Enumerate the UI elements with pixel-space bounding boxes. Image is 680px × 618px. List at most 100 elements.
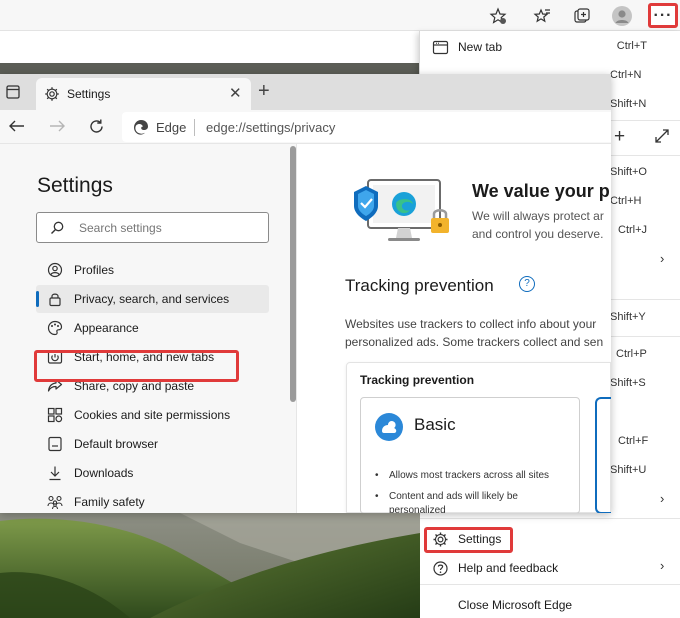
search-settings-input[interactable]: Search settings	[36, 212, 269, 243]
privacy-illustration-icon	[344, 174, 456, 249]
search-icon	[51, 221, 64, 234]
chevron-right-icon: ›	[660, 558, 665, 573]
background-content-strip	[0, 31, 420, 63]
menu-shortcut: Ctrl+F	[618, 435, 649, 447]
menu-item-shortcut: Ctrl+T	[616, 40, 647, 52]
sidebar-item-label: Appearance	[74, 321, 139, 335]
privacy-highlight-box	[34, 350, 239, 382]
address-separator	[194, 119, 195, 136]
menu-shortcut: Ctrl+H	[610, 195, 642, 207]
settings-main-content: We value your p We will always protect a…	[298, 144, 611, 513]
settings-highlight-box	[424, 527, 513, 553]
menu-item-label: Close Microsoft Edge	[458, 598, 573, 612]
menu-shortcut: Shift+U	[610, 464, 647, 476]
menu-separator	[420, 518, 680, 519]
collections-icon[interactable]	[570, 4, 594, 28]
menu-shortcut: Shift+O	[610, 166, 647, 178]
help-icon[interactable]: ?	[519, 276, 535, 292]
settings-and-more-button[interactable]: ···	[648, 3, 678, 28]
menu-separator	[611, 299, 680, 300]
settings-window: Settings ✕ + Edge edge://settings/privac…	[0, 74, 611, 513]
description-line: Websites use trackers to collect info ab…	[345, 317, 597, 331]
profile-avatar-icon[interactable]	[610, 4, 634, 28]
background-toolbar: ···	[0, 0, 680, 31]
lock-icon	[49, 293, 61, 307]
palette-icon	[47, 320, 63, 336]
tab-bar: Settings ✕ +	[0, 74, 611, 110]
menu-item-label: Help and feedback	[458, 561, 559, 575]
background-photo-strip	[0, 63, 420, 74]
menu-separator	[611, 155, 680, 156]
menu-separator	[420, 584, 680, 585]
sidebar-item-label: Privacy, search, and services	[74, 292, 230, 306]
zoom-in-icon[interactable]: +	[614, 126, 625, 148]
forward-icon[interactable]	[48, 118, 66, 139]
menu-shortcut: Shift+N	[610, 98, 647, 110]
sidebar-item-appearance[interactable]: Appearance	[36, 314, 269, 342]
family-icon	[47, 495, 63, 510]
menu-shortcut: Ctrl+P	[616, 348, 647, 360]
tracking-prevention-description: Websites use trackers to collect info ab…	[345, 315, 603, 351]
sidebar-item-label: Family safety	[74, 495, 145, 509]
chevron-right-icon: ›	[660, 491, 665, 506]
back-icon[interactable]	[8, 118, 26, 139]
tracking-prevention-card: Tracking prevention Basic • Allows most t…	[346, 362, 611, 513]
privacy-hero-text: We will always protect ar and control yo…	[472, 207, 611, 243]
new-tab-icon	[432, 40, 449, 55]
menu-shortcut: Shift+Y	[610, 311, 646, 323]
new-tab-button[interactable]: +	[258, 80, 270, 103]
menu-shortcut: Ctrl+J	[618, 224, 648, 236]
sidebar-item-privacy[interactable]: Privacy, search, and services	[36, 285, 269, 313]
favorites-icon[interactable]	[530, 4, 554, 28]
sidebar-item-default-browser[interactable]: Default browser	[36, 430, 269, 458]
basic-option-card[interactable]: Basic • Allows most trackers across all s…	[360, 397, 580, 513]
basic-shield-icon	[375, 413, 403, 441]
browser-icon	[48, 436, 62, 452]
sidebar-item-family-safety[interactable]: Family safety	[36, 488, 269, 513]
download-icon	[49, 466, 61, 481]
menu-separator	[611, 120, 680, 121]
sidebar-scrollbar[interactable]	[290, 146, 296, 402]
privacy-hero-title: We value your p	[472, 181, 610, 201]
sidebar-item-profiles[interactable]: Profiles	[36, 256, 269, 284]
tracking-prevention-heading: Tracking prevention	[345, 276, 494, 295]
menu-item-close-edge[interactable]: Close Microsoft Edge	[420, 591, 680, 618]
address-brand: Edge	[156, 120, 187, 135]
sidebar-item-label: Default browser	[74, 437, 159, 451]
address-url[interactable]: edge://settings/privacy	[206, 120, 335, 135]
balanced-option-card[interactable]	[595, 397, 611, 513]
menu-item-label: New tab	[458, 40, 503, 54]
refresh-icon[interactable]	[88, 118, 105, 140]
menu-shortcut: Ctrl+N	[610, 69, 642, 81]
navigation-bar: Edge edge://settings/privacy	[0, 110, 611, 144]
menu-item-help-and-feedback[interactable]: Help and feedback	[420, 554, 680, 583]
edge-logo-icon	[134, 120, 148, 135]
sidebar-item-downloads[interactable]: Downloads	[36, 459, 269, 487]
search-placeholder: Search settings	[79, 221, 162, 235]
settings-sidebar: Settings Search settings Profiles Privac…	[0, 144, 297, 513]
close-tab-icon[interactable]: ✕	[229, 84, 242, 102]
menu-item-new-tab[interactable]: New tab Ctrl+T	[420, 33, 680, 62]
background-landscape-photo	[0, 513, 420, 618]
sidebar-item-label: Downloads	[74, 466, 134, 480]
tab-actions-icon[interactable]	[6, 85, 20, 104]
basic-title: Basic	[414, 415, 456, 434]
hero-line: We will always protect ar	[472, 209, 604, 223]
sidebar-title: Settings	[37, 174, 113, 197]
sidebar-item-cookies-site-permissions[interactable]: Cookies and site permissions	[36, 401, 269, 429]
person-icon	[47, 262, 63, 278]
tab-title: Settings	[67, 87, 111, 101]
favorite-add-icon[interactable]	[486, 4, 510, 28]
description-line: personalized ads. Some trackers collect …	[345, 335, 604, 349]
cookies-icon	[47, 407, 63, 423]
gear-icon	[45, 87, 59, 101]
tab-settings[interactable]: Settings ✕	[36, 78, 251, 110]
sidebar-item-label: Profiles	[74, 263, 115, 277]
chevron-right-icon: ›	[660, 251, 665, 266]
fullscreen-icon[interactable]	[654, 128, 670, 149]
help-icon	[433, 561, 448, 576]
address-bar[interactable]: Edge edge://settings/privacy	[122, 112, 611, 142]
menu-shortcut: Shift+S	[610, 377, 646, 389]
card-title: Tracking prevention	[360, 373, 475, 387]
menu-separator	[611, 336, 680, 337]
